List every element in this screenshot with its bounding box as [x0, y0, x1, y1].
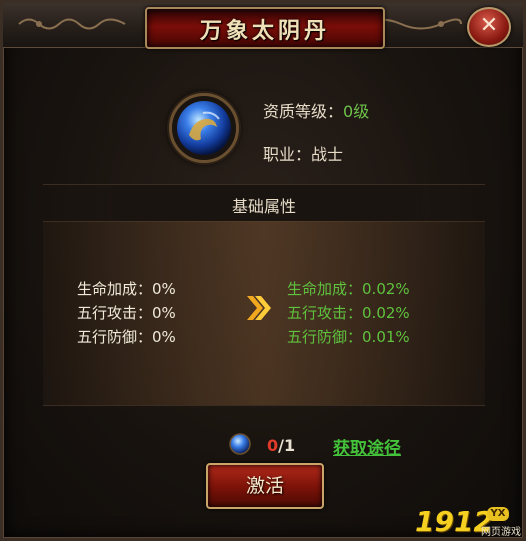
item-icon-frame: [169, 93, 239, 163]
section-header: 基础属性: [43, 184, 485, 222]
watermark-badge: YX: [487, 507, 509, 521]
material-need: /1: [278, 436, 296, 455]
pill-window: 万象太阴丹 ✕ 资质等级：0级 职业：战士 基础属性 生命加成：0% 五行攻击：…: [0, 0, 526, 541]
attr-value: 0%: [152, 280, 176, 298]
left-ornament-icon: [18, 18, 126, 30]
double-chevron-right-icon: [247, 296, 271, 320]
small-orb-icon: [229, 433, 251, 455]
close-icon: ✕: [479, 13, 499, 38]
attr-label: 五行防御：: [77, 328, 153, 346]
profession-label: 职业：: [263, 145, 312, 164]
window-title: 万象太阴丹: [199, 18, 330, 44]
qualification-value: 0级: [343, 102, 370, 121]
title-bar: 万象太阴丹 ✕: [3, 3, 523, 49]
attr-label: 生命加成：: [77, 280, 153, 298]
close-button[interactable]: ✕: [467, 7, 511, 47]
attr-value: 0.02%: [362, 280, 410, 298]
attr-label: 生命加成：: [287, 280, 363, 298]
attr-value: 0%: [152, 328, 176, 346]
next-attr-hp: 生命加成：0.02%: [287, 278, 410, 299]
current-attr-defense: 五行防御：0%: [77, 326, 176, 347]
attr-value: 0.01%: [362, 328, 410, 346]
site-watermark: 1912 YX 网页游戏: [415, 505, 526, 541]
current-attr-attack: 五行攻击：0%: [77, 302, 176, 323]
section-title: 基础属性: [231, 197, 296, 216]
next-attr-attack: 五行攻击：0.02%: [287, 302, 410, 323]
activate-button[interactable]: 激活: [206, 463, 324, 509]
material-count: 0/1: [267, 436, 295, 455]
qualification-label: 资质等级：: [263, 102, 344, 121]
attr-value: 0%: [152, 304, 176, 322]
attr-label: 五行防御：: [287, 328, 363, 346]
material-have: 0: [267, 436, 279, 455]
blue-orb-icon: [177, 101, 231, 155]
next-attr-defense: 五行防御：0.01%: [287, 326, 410, 347]
title-plate: 万象太阴丹: [145, 7, 385, 49]
profession-row: 职业：战士: [263, 141, 343, 165]
attr-label: 五行攻击：: [287, 304, 363, 322]
profession-value: 战士: [311, 145, 344, 164]
watermark-subtitle: 网页游戏: [481, 527, 521, 538]
attr-value: 0.02%: [362, 304, 410, 322]
qualification-row: 资质等级：0级: [263, 98, 369, 122]
obtain-source-link[interactable]: 获取途径: [333, 434, 401, 459]
attr-label: 五行攻击：: [77, 304, 153, 322]
current-attr-hp: 生命加成：0%: [77, 278, 176, 299]
